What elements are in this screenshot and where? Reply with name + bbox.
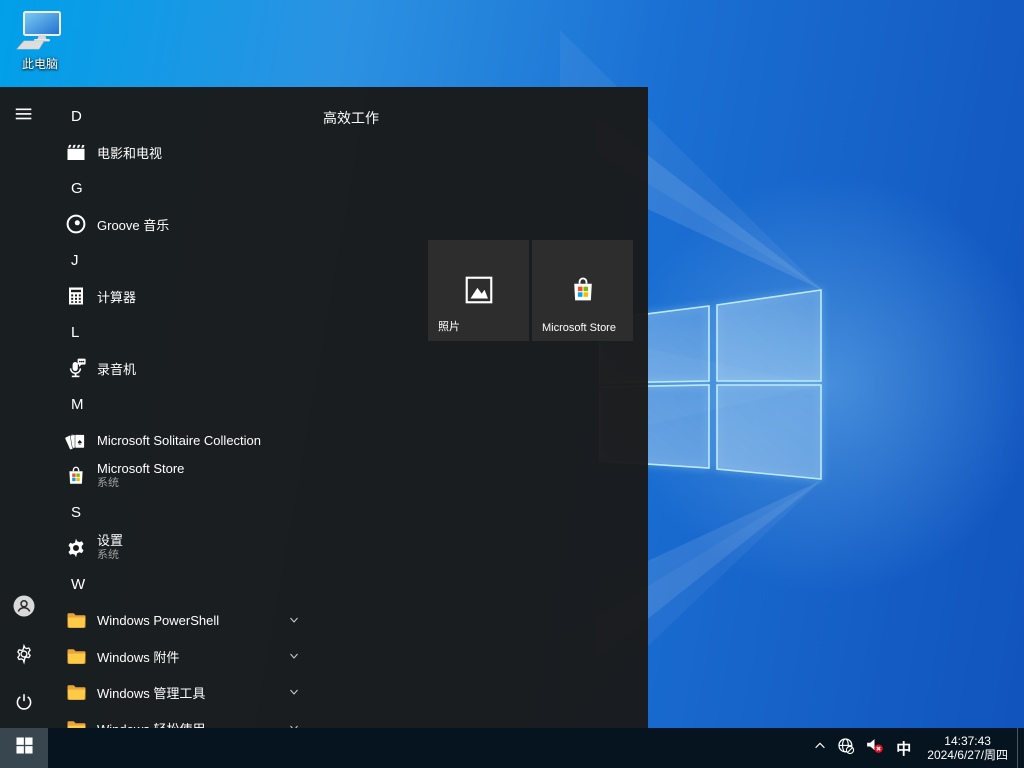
app-list-letter-w[interactable]: W [48,566,312,602]
app-sublabel: 系统 [97,549,123,562]
folder-icon [64,608,88,632]
store-icon [64,464,88,488]
windows-start-icon [16,737,33,759]
app-list-folder-windows-ease-of-access[interactable]: Windows 轻松使用 [48,710,312,728]
app-list-item-voice-recorder[interactable]: 录音机 [48,350,312,386]
clock-time: 14:37:43 [927,734,1008,748]
app-list-item-movies-tv[interactable]: 电影和电视 [48,134,312,170]
app-list-folder-windows-accessories[interactable]: Windows 附件 [48,638,312,674]
start-menu: D 电影和电视 G [0,87,648,728]
app-list-letter-g[interactable]: G [48,170,312,206]
svg-text:♠: ♠ [78,438,83,447]
desktop-icon-this-pc[interactable]: 此电脑 [10,10,70,72]
app-list-folder-windows-admin-tools[interactable]: Windows 管理工具 [48,674,312,710]
folder-icon [64,680,88,704]
voice-recorder-icon [64,356,88,380]
network-status-button[interactable] [832,728,860,768]
calculator-icon [64,284,88,308]
tile-photos[interactable]: 照片 [428,240,529,341]
system-tray: 中 14:37:43 2024/6/27/周四 [808,728,1024,768]
desktop-icon-label: 此电脑 [22,55,58,72]
taskbar: 中 14:37:43 2024/6/27/周四 [0,728,1024,768]
taskbar-clock[interactable]: 14:37:43 2024/6/27/周四 [918,734,1017,762]
app-list-item-solitaire[interactable]: ♠ Microsoft Solitaire Collection [48,422,312,458]
store-icon [567,274,599,306]
ime-indicator[interactable]: 中 [889,728,918,768]
app-list-letter-l[interactable]: L [48,314,312,350]
tile-group-header: 高效工作 [323,108,379,128]
tile-microsoft-store[interactable]: Microsoft Store [532,240,633,341]
app-list-item-groove-music[interactable]: Groove 音乐 [48,206,312,242]
tile-group: 照片 Microsoft Store [428,240,633,341]
chevron-down-icon [288,686,300,698]
folder-icon [64,644,88,668]
app-list-item-calculator[interactable]: 计算器 [48,278,312,314]
app-list-item-settings[interactable]: 设置 系统 [48,530,312,566]
solitaire-icon: ♠ [64,428,88,452]
user-icon [12,594,36,623]
show-desktop-button[interactable] [1017,728,1024,768]
app-list: D 电影和电视 G [48,98,312,728]
photos-icon [463,274,495,306]
network-globe-offline-icon [837,737,855,760]
settings-button[interactable] [0,632,48,680]
settings-gear-icon [13,643,35,670]
app-list-letter-d[interactable]: D [48,98,312,134]
folder-icon [64,716,88,728]
chevron-down-icon [288,650,300,662]
chevron-down-icon [288,614,300,626]
start-menu-rail [0,87,48,728]
start-button[interactable] [0,728,48,768]
power-icon [13,691,35,718]
app-list-folder-windows-powershell[interactable]: Windows PowerShell [48,602,312,638]
app-list-letter-j[interactable]: J [48,242,312,278]
app-list-letter-s[interactable]: S [48,494,312,530]
show-hidden-icons-button[interactable] [808,728,832,768]
power-button[interactable] [0,680,48,728]
user-account-button[interactable] [0,584,48,632]
settings-gear-icon [64,536,88,560]
movies-tv-icon [64,140,88,164]
hamburger-menu-icon [13,103,35,130]
volume-button[interactable] [860,728,889,768]
clock-date: 2024/6/27/周四 [927,748,1008,762]
this-pc-icon [16,10,64,54]
app-list-letter-m[interactable]: M [48,386,312,422]
chevron-up-icon [813,739,827,758]
app-sublabel: 系统 [97,477,184,490]
app-list-item-microsoft-store[interactable]: Microsoft Store 系统 [48,458,312,494]
groove-music-icon [64,212,88,236]
volume-muted-icon [865,736,884,760]
expand-menu-button[interactable] [0,92,48,140]
